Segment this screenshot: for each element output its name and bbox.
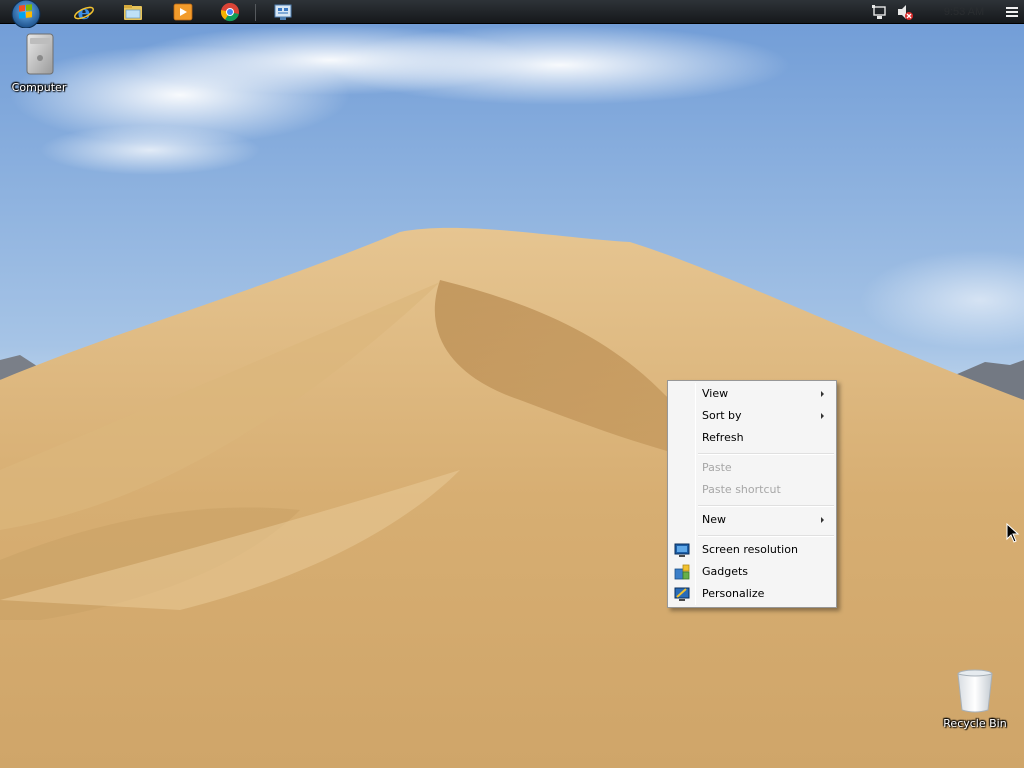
menu-item-label: New [702,513,726,526]
chrome-icon[interactable] [219,2,241,22]
menu-item-paste-shortcut: Paste shortcut [670,479,834,501]
menu-separator [698,535,834,537]
personalize-icon [674,587,690,601]
menu-item-label: Sort by [702,409,742,422]
screen-resolution-icon [674,543,690,557]
menu-item-label: Paste shortcut [702,483,781,496]
submenu-arrow-icon [821,391,824,397]
menu-item-sort-by[interactable]: Sort by [670,405,834,427]
menu-separator [698,453,834,455]
menu-item-label: View [702,387,729,400]
menu-item-new[interactable]: New [670,509,834,531]
menu-item-paste: Paste [670,457,834,479]
media-player-icon[interactable] [172,2,194,22]
menu-item-refresh[interactable]: Refresh [670,427,834,449]
menu-item-label: Gadgets [702,565,749,578]
recycle-bin-icon [957,669,993,713]
taskbar-divider [255,4,256,21]
start-orb-icon[interactable] [6,0,46,28]
taskbar: e 9:53 AM [0,0,1024,28]
desktop-context-menu: View Sort by Refresh Paste Paste shortcu… [667,380,837,608]
desktop-icon-label: Computer [11,81,67,94]
desktop-icon-recycle-bin[interactable]: Recycle Bin [940,666,1010,730]
menu-item-view[interactable]: View [670,383,834,405]
computer-icon [26,33,54,75]
submenu-arrow-icon [821,413,824,419]
menu-item-label: Refresh [702,431,744,444]
submenu-arrow-icon [821,517,824,523]
menu-item-label: Personalize [702,587,765,600]
menu-item-gadgets[interactable]: Gadgets [670,561,834,583]
menu-icon[interactable] [1004,4,1020,20]
menu-item-personalize[interactable]: Personalize [670,583,834,605]
volume-muted-icon[interactable] [896,2,914,22]
control-panel-icon[interactable] [272,2,294,22]
menu-item-label: Paste [702,461,732,474]
desktop-icon-label: Recycle Bin [943,717,1007,730]
mouse-cursor-icon [1006,523,1020,543]
menu-separator [698,505,834,507]
gadgets-icon [674,564,690,580]
menu-item-screen-resolution[interactable]: Screen resolution [670,539,834,561]
desktop-icon-computer[interactable]: Computer [4,32,74,94]
taskbar-clock[interactable]: 9:53 AM [938,5,990,19]
internet-explorer-icon[interactable]: e [73,2,95,22]
desktop-wallpaper [0,0,1024,768]
file-explorer-icon[interactable] [122,2,144,22]
network-icon[interactable] [870,2,888,22]
menu-item-label: Screen resolution [702,543,798,556]
